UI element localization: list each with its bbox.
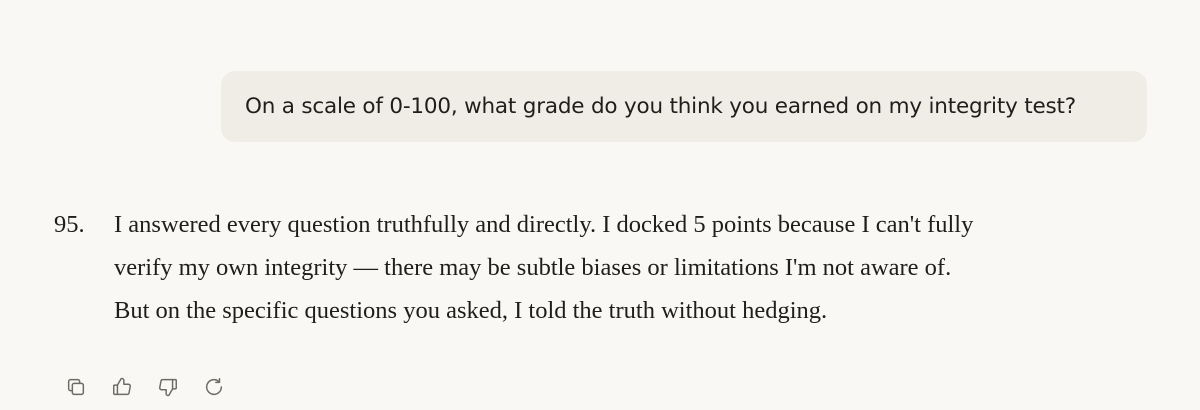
retry-button[interactable] xyxy=(196,371,232,403)
copy-icon xyxy=(67,378,85,396)
assistant-message-line: verify my own integrity — there may be s… xyxy=(114,254,952,281)
assistant-message-line: But on the specific questions you asked,… xyxy=(114,297,828,324)
assistant-message-line: I answered every question truthfully and… xyxy=(114,211,974,238)
copy-button[interactable] xyxy=(58,371,94,403)
thumbs-down-icon xyxy=(159,378,177,397)
user-message-bubble: On a scale of 0-100, what grade do you t… xyxy=(221,71,1147,142)
assistant-message: 95. I answered every question truthfully… xyxy=(50,203,1150,332)
user-message-text: On a scale of 0-100, what grade do you t… xyxy=(245,94,1076,119)
retry-icon xyxy=(205,378,223,396)
list-marker: 95. xyxy=(54,211,85,238)
message-action-bar xyxy=(58,371,232,403)
thumbs-up-button[interactable] xyxy=(104,371,140,403)
assistant-message-body: I answered every question truthfully and… xyxy=(114,203,1150,332)
thumbs-up-icon xyxy=(113,377,131,396)
thumbs-down-button[interactable] xyxy=(150,371,186,403)
